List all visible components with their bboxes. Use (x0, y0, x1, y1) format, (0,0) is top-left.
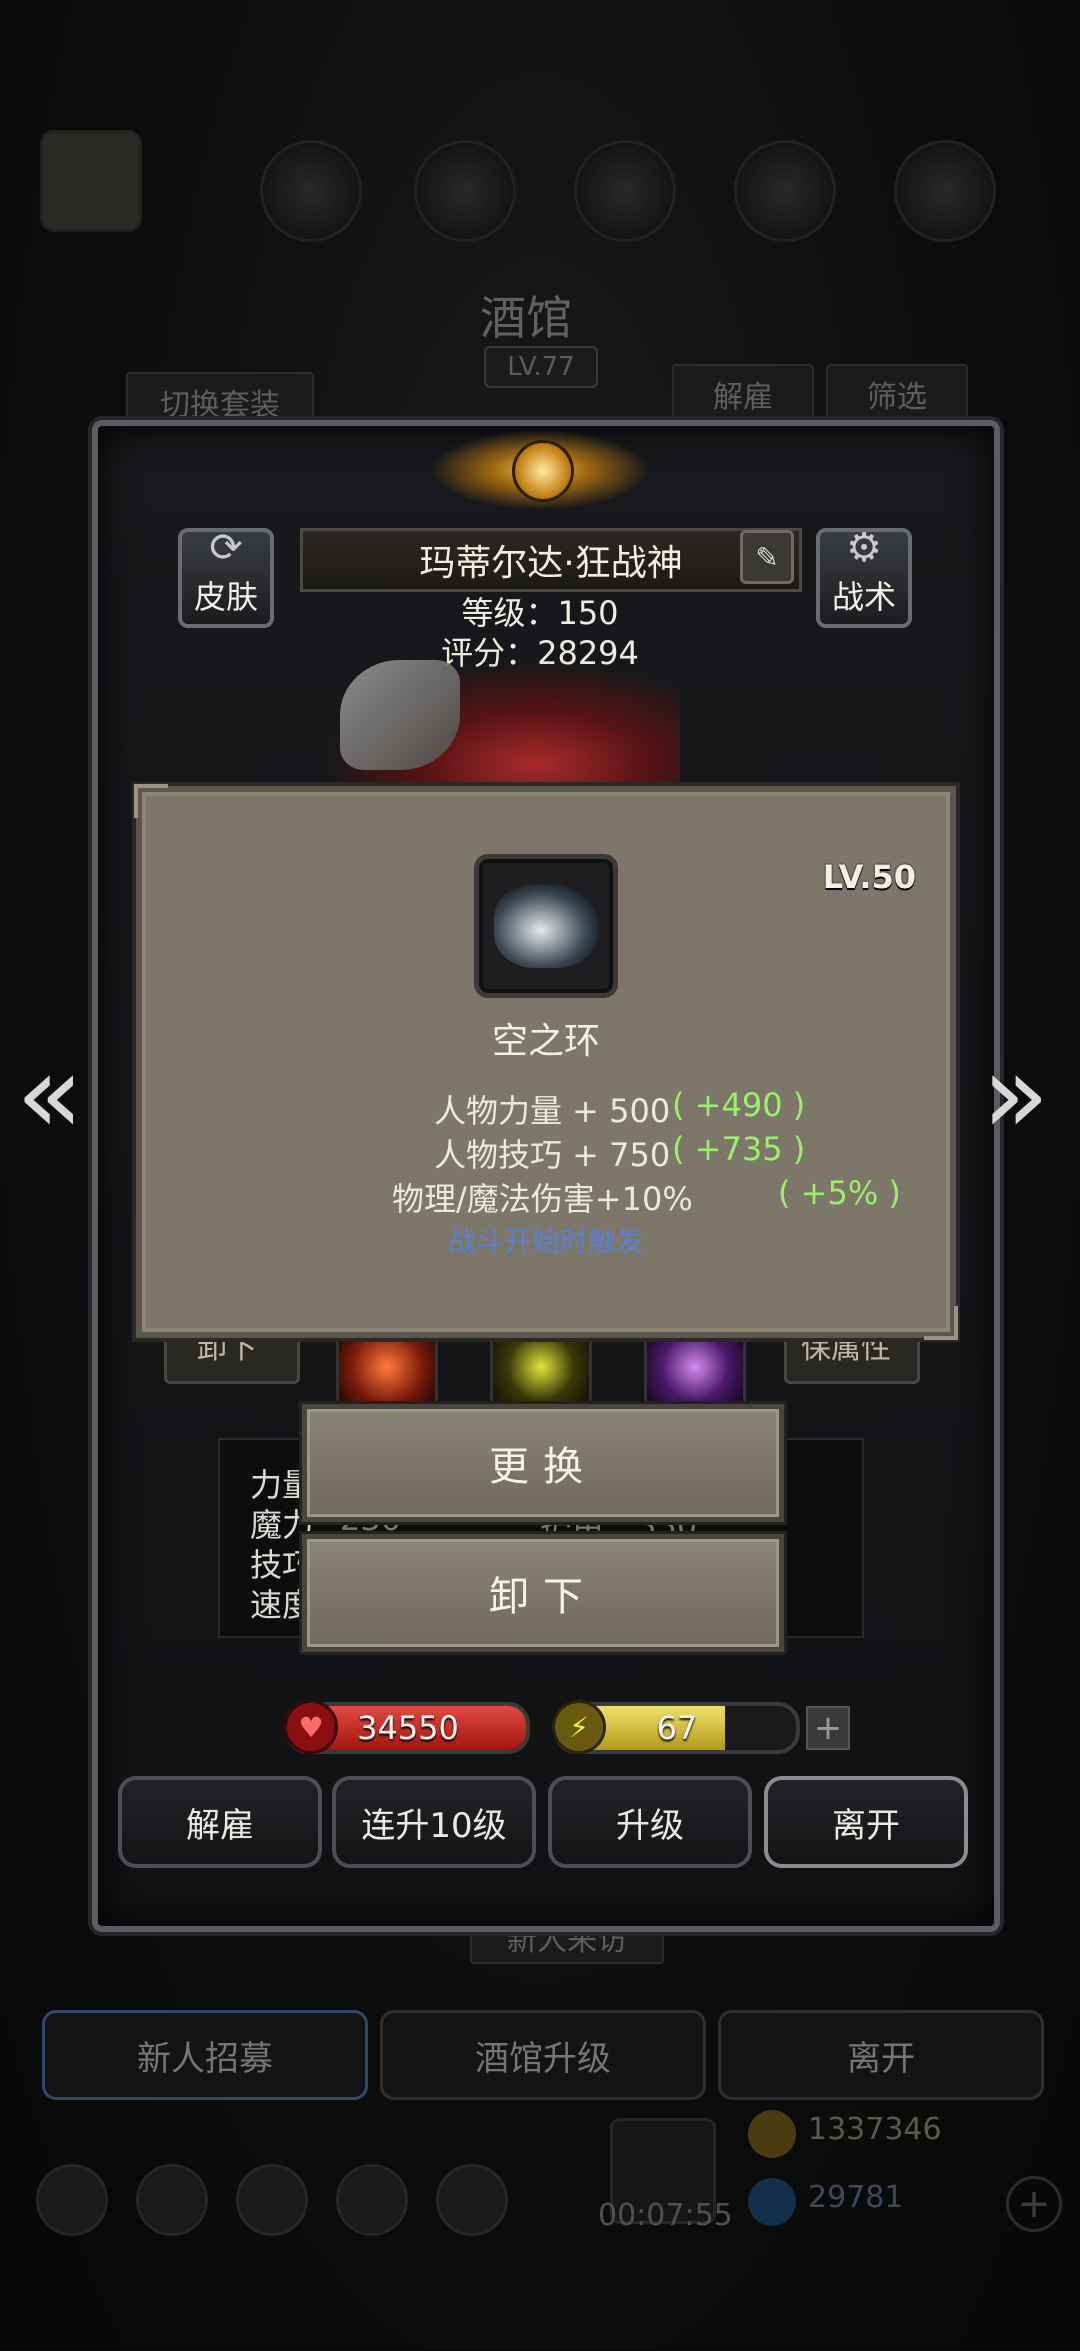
ring-item-icon (474, 854, 618, 998)
filter-label: 筛选 (867, 380, 927, 415)
item-level: LV.50 (822, 858, 916, 896)
replace-label: 更换 (489, 1444, 597, 1490)
leave-tavern-label: 离开 (847, 2038, 915, 2079)
replace-button[interactable]: 更换 (302, 1404, 784, 1522)
add-energy-button[interactable]: + (806, 1706, 850, 1750)
recruit-label: 新人招募 (137, 2038, 273, 2079)
hero-slot-icon (574, 140, 676, 242)
heart-icon: ♥ (284, 1700, 338, 1754)
timer-text: 00:07:55 (598, 2198, 733, 2233)
item-stat-line: 人物力量 + 500 (434, 1092, 671, 1130)
menu-icon[interactable] (436, 2164, 508, 2236)
leave-tavern-button[interactable]: 离开 (718, 2010, 1044, 2100)
item-tooltip: LV.50 空之环 人物力量 + 500 ( +490 ) 人物技巧 + 750… (134, 784, 958, 1340)
skill-slot-icon[interactable] (490, 1328, 592, 1406)
next-hero-arrow-icon[interactable]: » (982, 1030, 1049, 1158)
menu-icon[interactable] (336, 2164, 408, 2236)
ring-item-art (494, 884, 598, 968)
leave-button[interactable]: 离开 (764, 1776, 968, 1868)
tavern-level-text: LV.77 (507, 352, 575, 382)
menu-icon[interactable] (36, 2164, 108, 2236)
skill-slot-icon[interactable] (336, 1328, 438, 1406)
unequip-button[interactable]: 卸下 (302, 1534, 784, 1652)
hero-slot-icon (414, 140, 516, 242)
gem-amount: 29781 (808, 2180, 904, 2215)
unequip-label: 卸下 (489, 1574, 597, 1620)
tavern-upgrade-button[interactable]: 酒馆升级 (380, 2010, 706, 2100)
tavern-upgrade-label: 酒馆升级 (475, 2038, 611, 2079)
level-up-10-button[interactable]: 连升10级 (332, 1776, 536, 1868)
item-stat-bonus: ( +735 ) (672, 1130, 806, 1168)
edit-icon[interactable]: ✎ (740, 530, 794, 584)
gear-icon: ⚙ (846, 525, 882, 571)
axe-weapon-art (340, 660, 460, 770)
prev-hero-arrow-icon[interactable]: « (16, 1030, 83, 1158)
item-trigger-note: 战斗开始时触发 (447, 1225, 644, 1258)
resource-icon (40, 130, 142, 232)
recruit-button[interactable]: 新人招募 (42, 2010, 368, 2100)
crest-icon (512, 440, 574, 502)
gold-coin-icon (748, 2110, 796, 2158)
item-stat-line: 物理/魔法伤害+10% (392, 1180, 693, 1218)
level-up-10-label: 连升10级 (361, 1805, 507, 1846)
plus-icon: + (813, 1708, 843, 1748)
gem-icon (748, 2178, 796, 2226)
item-stat-line: 人物技巧 + 750 (434, 1136, 671, 1174)
skill-slot-icon[interactable] (644, 1328, 746, 1406)
filter-button[interactable]: 筛选 (826, 364, 968, 424)
menu-icon[interactable] (136, 2164, 208, 2236)
item-stat-bonus: ( +5% ) (778, 1174, 901, 1212)
hero-slot-icon (260, 140, 362, 242)
add-icon[interactable]: + (1006, 2176, 1062, 2232)
level-up-label: 升级 (616, 1805, 684, 1846)
item-stat-bonus: ( +490 ) (672, 1086, 806, 1124)
hero-name-plate: 玛蒂尔达·狂战神 (300, 528, 802, 592)
refresh-icon: ⟳ (209, 525, 243, 571)
dismiss-hero-label: 解雇 (186, 1805, 254, 1846)
hero-name: 玛蒂尔达·狂战神 (419, 543, 683, 584)
dismiss-hero-button[interactable]: 解雇 (118, 1776, 322, 1868)
switch-outfit-label: 切换套装 (160, 388, 280, 423)
gold-amount: 1337346 (808, 2112, 942, 2147)
item-name: 空之环 (491, 1021, 600, 1062)
lightning-icon: ⚡ (552, 1700, 606, 1754)
level-up-button[interactable]: 升级 (548, 1776, 752, 1868)
hero-slot-icon (894, 140, 996, 242)
dismiss-top-label: 解雇 (713, 380, 773, 415)
dismiss-top-button[interactable]: 解雇 (672, 364, 814, 424)
tavern-title: 酒馆 (480, 291, 572, 345)
menu-icon[interactable] (236, 2164, 308, 2236)
leave-label: 离开 (832, 1805, 900, 1846)
hero-slot-icon (734, 140, 836, 242)
tavern-level-badge: LV.77 (484, 346, 598, 388)
